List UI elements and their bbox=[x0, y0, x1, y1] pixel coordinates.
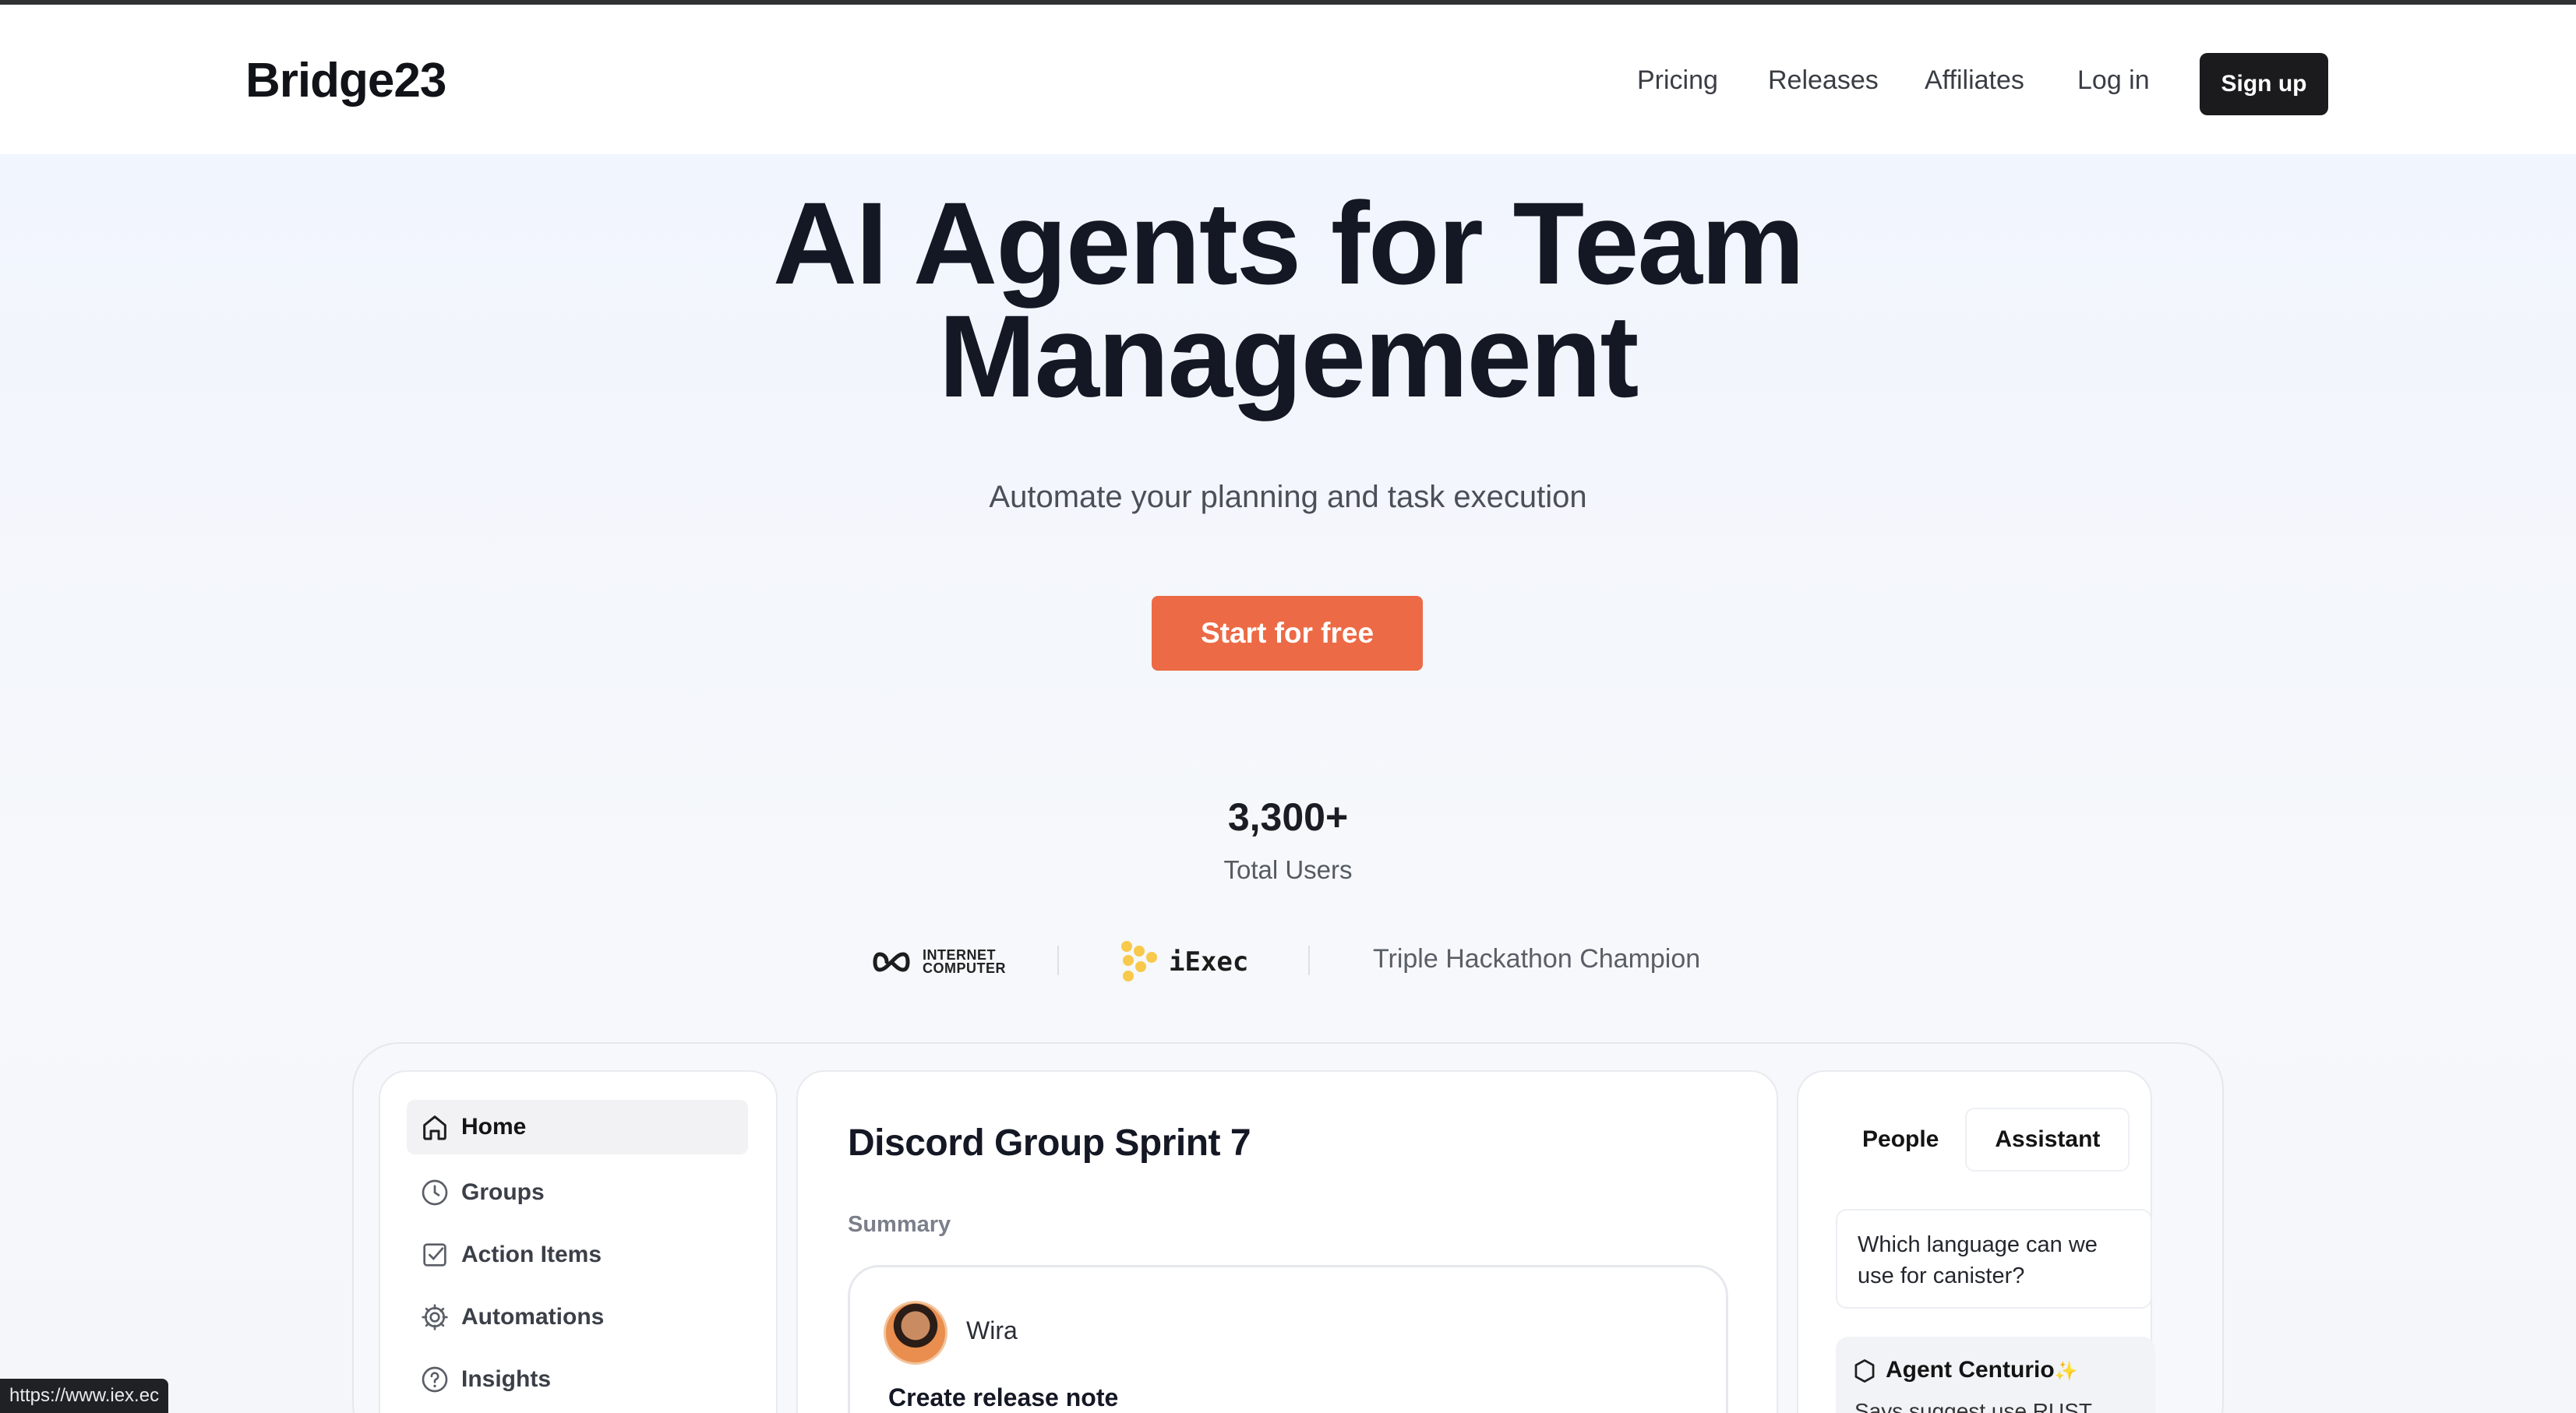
nav-affiliates[interactable]: Affiliates bbox=[1925, 65, 2024, 96]
partners-row: INTERNET COMPUTER iExec Triple Hackathon… bbox=[0, 935, 2576, 989]
clock-icon bbox=[422, 1179, 448, 1206]
iexec-label: iExec bbox=[1169, 946, 1249, 978]
partner-divider bbox=[1308, 946, 1310, 975]
hero-title-line-2: Management bbox=[938, 291, 1639, 421]
hero-subtitle: Automate your planning and task executio… bbox=[989, 480, 1587, 514]
nav-pricing[interactable]: Pricing bbox=[1637, 65, 1718, 96]
agent-name: Agent Centurio✨ bbox=[1886, 1357, 2078, 1383]
sidebar-item-label: Automations bbox=[461, 1304, 605, 1330]
status-bar-url: https://www.iex.ec bbox=[0, 1379, 169, 1413]
partner-divider bbox=[1057, 946, 1059, 975]
tab-people[interactable]: People bbox=[1834, 1109, 1967, 1170]
check-square-icon bbox=[423, 1243, 446, 1267]
hexagon-icon bbox=[1854, 1359, 1875, 1383]
sidebar-item-label: Action Items bbox=[461, 1242, 602, 1267]
summary-label: Summary bbox=[848, 1212, 951, 1237]
home-icon bbox=[423, 1115, 446, 1140]
start-free-button[interactable]: Start for free bbox=[1152, 596, 1423, 671]
sidebar-item-groups[interactable]: Groups bbox=[407, 1165, 748, 1220]
site-header: Bridge23 Pricing Releases Affiliates Log… bbox=[0, 5, 2576, 154]
sidebar-item-insights[interactable]: Insights bbox=[407, 1352, 748, 1407]
sidebar-item-home[interactable]: Home bbox=[407, 1100, 748, 1154]
card-assignee-name: Wira bbox=[966, 1316, 1018, 1344]
hackathon-award: Triple Hackathon Champion bbox=[1373, 944, 1701, 974]
help-circle-icon bbox=[422, 1366, 448, 1393]
tab-assistant[interactable]: Assistant bbox=[1967, 1109, 2129, 1170]
infinity-icon bbox=[873, 952, 910, 972]
users-label: Total Users bbox=[1223, 855, 1353, 884]
sidebar-item-label: Home bbox=[461, 1114, 527, 1140]
chat-question-bubble: Which language can we use for canister? bbox=[1836, 1209, 2152, 1309]
gear-icon bbox=[422, 1304, 448, 1330]
brand-logo[interactable]: Bridge23 bbox=[245, 53, 446, 108]
iexec-hex-icon bbox=[1121, 941, 1157, 981]
iexec-logo[interactable]: iExec bbox=[1119, 938, 1248, 986]
agent-name-text: Agent Centurio bbox=[1886, 1357, 2055, 1383]
sidebar-item-action-items[interactable]: Action Items bbox=[407, 1228, 748, 1282]
nav-releases[interactable]: Releases bbox=[1768, 65, 1879, 96]
sprint-title: Discord Group Sprint 7 bbox=[848, 1122, 1251, 1164]
sidebar-item-label: Insights bbox=[461, 1366, 552, 1392]
agent-message: Says suggest use RUST bbox=[1854, 1399, 2093, 1413]
users-count: 3,300+ bbox=[1227, 795, 1349, 839]
hero-title: AI Agents for Team Management bbox=[0, 178, 2576, 421]
right-panel-tabs: People Assistant bbox=[1834, 1109, 2129, 1170]
nav-login[interactable]: Log in bbox=[2077, 65, 2150, 96]
avatar bbox=[884, 1301, 947, 1365]
signup-button[interactable]: Sign up bbox=[2200, 53, 2328, 115]
sidebar-item-label: Groups bbox=[461, 1179, 545, 1205]
hero-title-line-1: AI Agents for Team bbox=[772, 178, 1805, 308]
internet-computer-logo[interactable]: INTERNET COMPUTER bbox=[870, 944, 1006, 980]
sidebar-item-automations[interactable]: Automations bbox=[407, 1290, 748, 1344]
sparkle-icon: ✨ bbox=[2054, 1361, 2078, 1382]
ic-line-2: COMPUTER bbox=[923, 960, 1006, 976]
card-task-title: Create release note bbox=[888, 1383, 1119, 1411]
